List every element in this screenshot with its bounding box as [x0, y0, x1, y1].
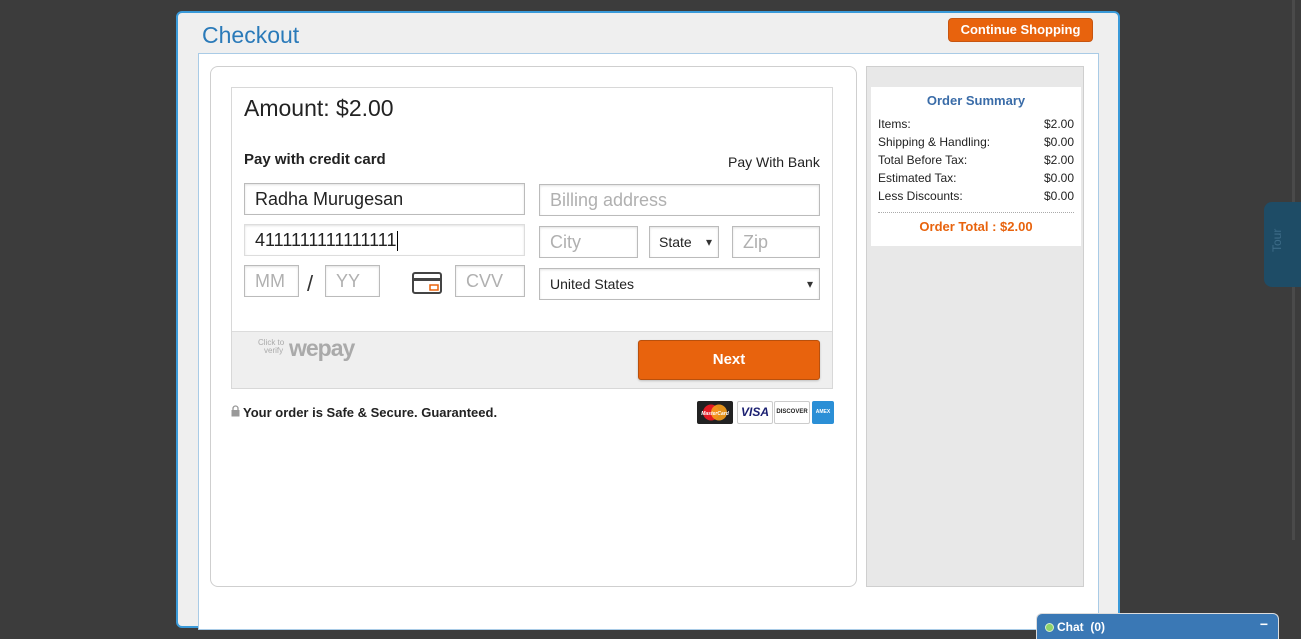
tour-tab[interactable]: Tour	[1264, 202, 1301, 287]
card-number-input[interactable]: 4111111111111111	[244, 224, 525, 256]
chat-widget[interactable]: Chat (0) −	[1036, 613, 1279, 639]
summary-label: Shipping & Handling:	[878, 135, 991, 149]
tour-tab-label: Tour	[1270, 228, 1284, 252]
summary-value: $0.00	[1043, 171, 1074, 185]
chat-label-text: Chat	[1057, 620, 1084, 634]
discover-logo: DISCOVER	[774, 401, 810, 424]
summary-label: Estimated Tax:	[878, 171, 957, 185]
summary-row-total-before-tax: Total Before Tax: $2.00	[878, 153, 1074, 167]
chat-label: Chat (0)	[1057, 620, 1105, 634]
summary-label: Items:	[878, 117, 911, 131]
form-footer: Click to verify wepay Next	[232, 331, 832, 388]
mastercard-logo: MasterCard	[697, 401, 733, 424]
expiry-separator: /	[307, 271, 314, 296]
online-status-icon	[1045, 623, 1054, 632]
state-select-value: State	[659, 234, 692, 250]
country-select-value: United States	[550, 276, 635, 292]
summary-label: Total Before Tax:	[878, 153, 968, 167]
cvv-input[interactable]: CVV	[455, 265, 525, 297]
summary-row-estimated-tax: Estimated Tax: $0.00	[878, 171, 1074, 185]
country-select[interactable]: United States	[539, 268, 820, 300]
summary-row-discounts: Less Discounts: $0.00	[878, 189, 1074, 203]
summary-value: $0.00	[1043, 189, 1074, 203]
svg-text:MasterCard: MasterCard	[701, 411, 729, 417]
continue-shopping-button[interactable]: Continue Shopping	[948, 18, 1093, 42]
payment-form: Amount: $2.00 Pay with credit card Pay W…	[231, 87, 833, 389]
card-number-value: 4111111111111111	[255, 230, 397, 250]
order-total: Order Total : $2.00	[919, 219, 1033, 234]
modal-title: Checkout	[202, 22, 300, 48]
lock-icon	[231, 405, 240, 417]
wepay-logo[interactable]: wepay	[289, 335, 355, 362]
amex-logo: AMEX	[812, 401, 834, 424]
visa-logo: VISA	[737, 401, 773, 424]
wepay-verify-text[interactable]: Click to verify	[258, 339, 284, 355]
payment-panel: Amount: $2.00 Pay with credit card Pay W…	[210, 66, 857, 587]
wepay-verify-line2: verify	[264, 346, 284, 355]
checkout-modal: Checkout Continue Shopping Amount: $2.00…	[176, 11, 1120, 630]
expiry-year-input[interactable]: YY	[325, 265, 380, 297]
order-summary-panel: Order Summary Items: $2.00 Shipping & Han…	[866, 66, 1084, 587]
order-summary: Order Summary Items: $2.00 Shipping & Han…	[871, 87, 1081, 246]
zip-input[interactable]: Zip	[732, 226, 820, 258]
summary-row-shipping: Shipping & Handling: $0.00	[878, 135, 1074, 149]
pay-with-bank-link[interactable]: Pay With Bank	[728, 154, 820, 170]
expiry-month-input[interactable]: MM	[244, 265, 299, 297]
mastercard-icon: MasterCard	[701, 404, 730, 421]
billing-address-input[interactable]: Billing address	[539, 184, 820, 216]
cardholder-name-input[interactable]: Radha Murugesan	[244, 183, 525, 215]
city-input[interactable]: City	[539, 226, 638, 258]
summary-label: Less Discounts:	[878, 189, 963, 203]
checkout-content: Amount: $2.00 Pay with credit card Pay W…	[198, 53, 1099, 630]
summary-value: $2.00	[1043, 153, 1074, 167]
order-summary-title: Order Summary	[926, 93, 1026, 108]
chat-count: (0)	[1090, 620, 1106, 634]
amount-label: Amount: $2.00	[244, 95, 394, 121]
summary-value: $0.00	[1043, 135, 1074, 149]
state-select[interactable]: State	[649, 226, 719, 258]
summary-value: $2.00	[1043, 117, 1074, 131]
pay-credit-card-heading: Pay with credit card	[244, 151, 386, 168]
summary-row-items: Items: $2.00	[878, 117, 1074, 131]
next-button[interactable]: Next	[638, 340, 820, 380]
credit-card-icon	[412, 272, 442, 294]
summary-divider	[878, 212, 1074, 213]
secure-guarantee-text: Your order is Safe & Secure. Guaranteed.	[243, 405, 498, 420]
text-caret	[397, 231, 399, 252]
minimize-icon[interactable]: −	[1260, 616, 1268, 632]
